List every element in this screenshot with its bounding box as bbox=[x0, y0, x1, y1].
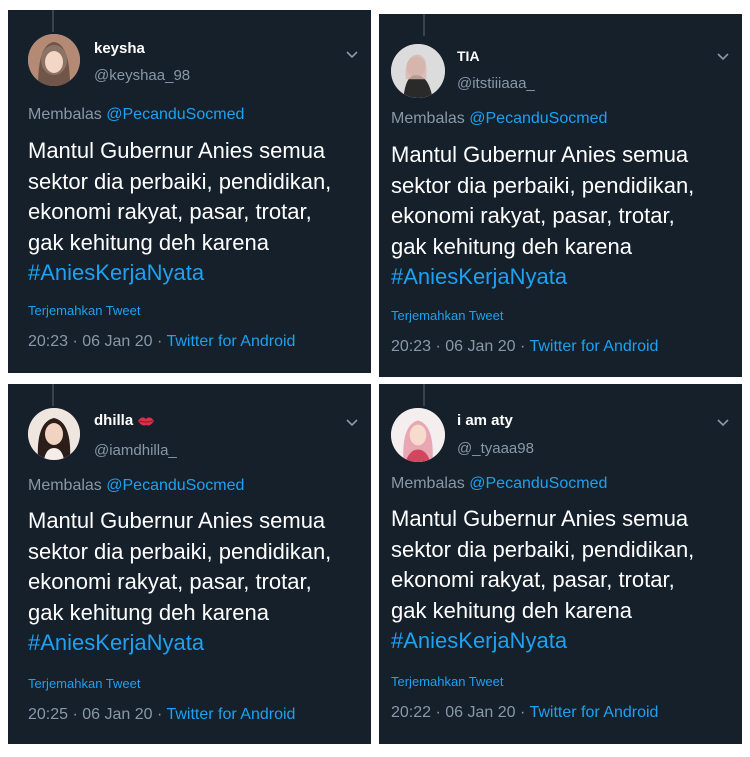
timestamp[interactable]: 20:22 · 06 Jan 20 · bbox=[391, 704, 529, 721]
display-name[interactable]: TIA bbox=[457, 48, 480, 64]
tweet-card-keysha[interactable]: keysha @keyshaa_98 Membalas @PecanduSocm… bbox=[8, 10, 371, 373]
lips-emoji-icon bbox=[138, 416, 155, 425]
tweet-text: Mantul Gubernur Anies semua sektor dia p… bbox=[28, 506, 367, 659]
reply-prefix: Membalas bbox=[28, 477, 102, 494]
thread-line bbox=[423, 14, 425, 36]
chevron-down-icon[interactable] bbox=[716, 52, 730, 62]
avatar-image bbox=[391, 408, 445, 462]
translate-tweet-link[interactable]: Terjemahkan Tweet bbox=[391, 674, 504, 689]
tweet-card-tia[interactable]: TIA @itstiiiaaa_ Membalas @PecanduSocmed… bbox=[379, 14, 742, 377]
user-handle[interactable]: @itstiiiaaa_ bbox=[457, 75, 535, 92]
tweet-meta: 20:25 · 06 Jan 20 · Twitter for Android bbox=[28, 706, 295, 724]
chevron-down-icon[interactable] bbox=[716, 418, 730, 428]
chevron-down-icon[interactable] bbox=[345, 50, 359, 60]
reply-prefix: Membalas bbox=[391, 475, 465, 492]
timestamp[interactable]: 20:23 · 06 Jan 20 · bbox=[28, 333, 166, 350]
user-handle[interactable]: @keyshaa_98 bbox=[94, 67, 190, 84]
thread-line bbox=[423, 384, 425, 406]
display-name-text: i am aty bbox=[457, 412, 513, 429]
source-link[interactable]: Twitter for Android bbox=[166, 333, 295, 350]
thread-line bbox=[52, 10, 54, 32]
tweet-text: Mantul Gubernur Anies semua sektor dia p… bbox=[391, 140, 738, 293]
translate-tweet-link[interactable]: Terjemahkan Tweet bbox=[391, 308, 504, 323]
timestamp[interactable]: 20:25 · 06 Jan 20 · bbox=[28, 706, 166, 723]
user-handle[interactable]: @_tyaaa98 bbox=[457, 440, 534, 457]
avatar-image bbox=[391, 44, 445, 98]
reply-context: Membalas @PecanduSocmed bbox=[28, 106, 244, 124]
user-handle[interactable]: @iamdhilla_ bbox=[94, 442, 177, 459]
mention-link[interactable]: @PecanduSocmed bbox=[106, 106, 244, 123]
timestamp[interactable]: 20:23 · 06 Jan 20 · bbox=[391, 338, 529, 355]
hashtag-link[interactable]: #AniesKerjaNyata bbox=[28, 260, 204, 285]
display-name-text: TIA bbox=[457, 48, 480, 64]
reply-context: Membalas @PecanduSocmed bbox=[391, 475, 607, 493]
display-name[interactable]: dhilla bbox=[94, 412, 155, 429]
display-name[interactable]: i am aty bbox=[457, 412, 513, 429]
tweet-card-aty[interactable]: i am aty @_tyaaa98 Membalas @PecanduSocm… bbox=[379, 384, 742, 744]
tweet-meta: 20:22 · 06 Jan 20 · Twitter for Android bbox=[391, 704, 658, 722]
tweet-body: Mantul Gubernur Anies semua sektor dia p… bbox=[28, 508, 332, 625]
reply-context: Membalas @PecanduSocmed bbox=[391, 110, 607, 128]
reply-context: Membalas @PecanduSocmed bbox=[28, 477, 244, 495]
avatar[interactable] bbox=[28, 34, 80, 86]
tweet-body: Mantul Gubernur Anies semua sektor dia p… bbox=[391, 506, 695, 623]
display-name-text: dhilla bbox=[94, 412, 134, 429]
hashtag-link[interactable]: #AniesKerjaNyata bbox=[391, 264, 567, 289]
display-name[interactable]: keysha bbox=[94, 40, 145, 57]
reply-prefix: Membalas bbox=[28, 106, 102, 123]
tweet-text: Mantul Gubernur Anies semua sektor dia p… bbox=[391, 504, 738, 657]
tweet-card-dhilla[interactable]: dhilla @iamdhilla_ Membalas @PecanduSocm… bbox=[8, 384, 371, 744]
tweet-body: Mantul Gubernur Anies semua sektor dia p… bbox=[391, 142, 695, 259]
avatar-image bbox=[28, 34, 80, 86]
avatar[interactable] bbox=[391, 44, 445, 98]
mention-link[interactable]: @PecanduSocmed bbox=[469, 475, 607, 492]
tweet-meta: 20:23 · 06 Jan 20 · Twitter for Android bbox=[391, 338, 658, 356]
display-name-text: keysha bbox=[94, 40, 145, 57]
tweet-meta: 20:23 · 06 Jan 20 · Twitter for Android bbox=[28, 333, 295, 351]
source-link[interactable]: Twitter for Android bbox=[529, 338, 658, 355]
avatar[interactable] bbox=[28, 408, 80, 460]
thread-line bbox=[52, 384, 54, 406]
tweet-text: Mantul Gubernur Anies semua sektor dia p… bbox=[28, 136, 367, 289]
mention-link[interactable]: @PecanduSocmed bbox=[469, 110, 607, 127]
hashtag-link[interactable]: #AniesKerjaNyata bbox=[391, 628, 567, 653]
mention-link[interactable]: @PecanduSocmed bbox=[106, 477, 244, 494]
hashtag-link[interactable]: #AniesKerjaNyata bbox=[28, 630, 204, 655]
source-link[interactable]: Twitter for Android bbox=[529, 704, 658, 721]
source-link[interactable]: Twitter for Android bbox=[166, 706, 295, 723]
avatar[interactable] bbox=[391, 408, 445, 462]
translate-tweet-link[interactable]: Terjemahkan Tweet bbox=[28, 676, 141, 691]
translate-tweet-link[interactable]: Terjemahkan Tweet bbox=[28, 303, 141, 318]
reply-prefix: Membalas bbox=[391, 110, 465, 127]
tweet-body: Mantul Gubernur Anies semua sektor dia p… bbox=[28, 138, 332, 255]
chevron-down-icon[interactable] bbox=[345, 418, 359, 428]
avatar-image bbox=[28, 408, 80, 460]
